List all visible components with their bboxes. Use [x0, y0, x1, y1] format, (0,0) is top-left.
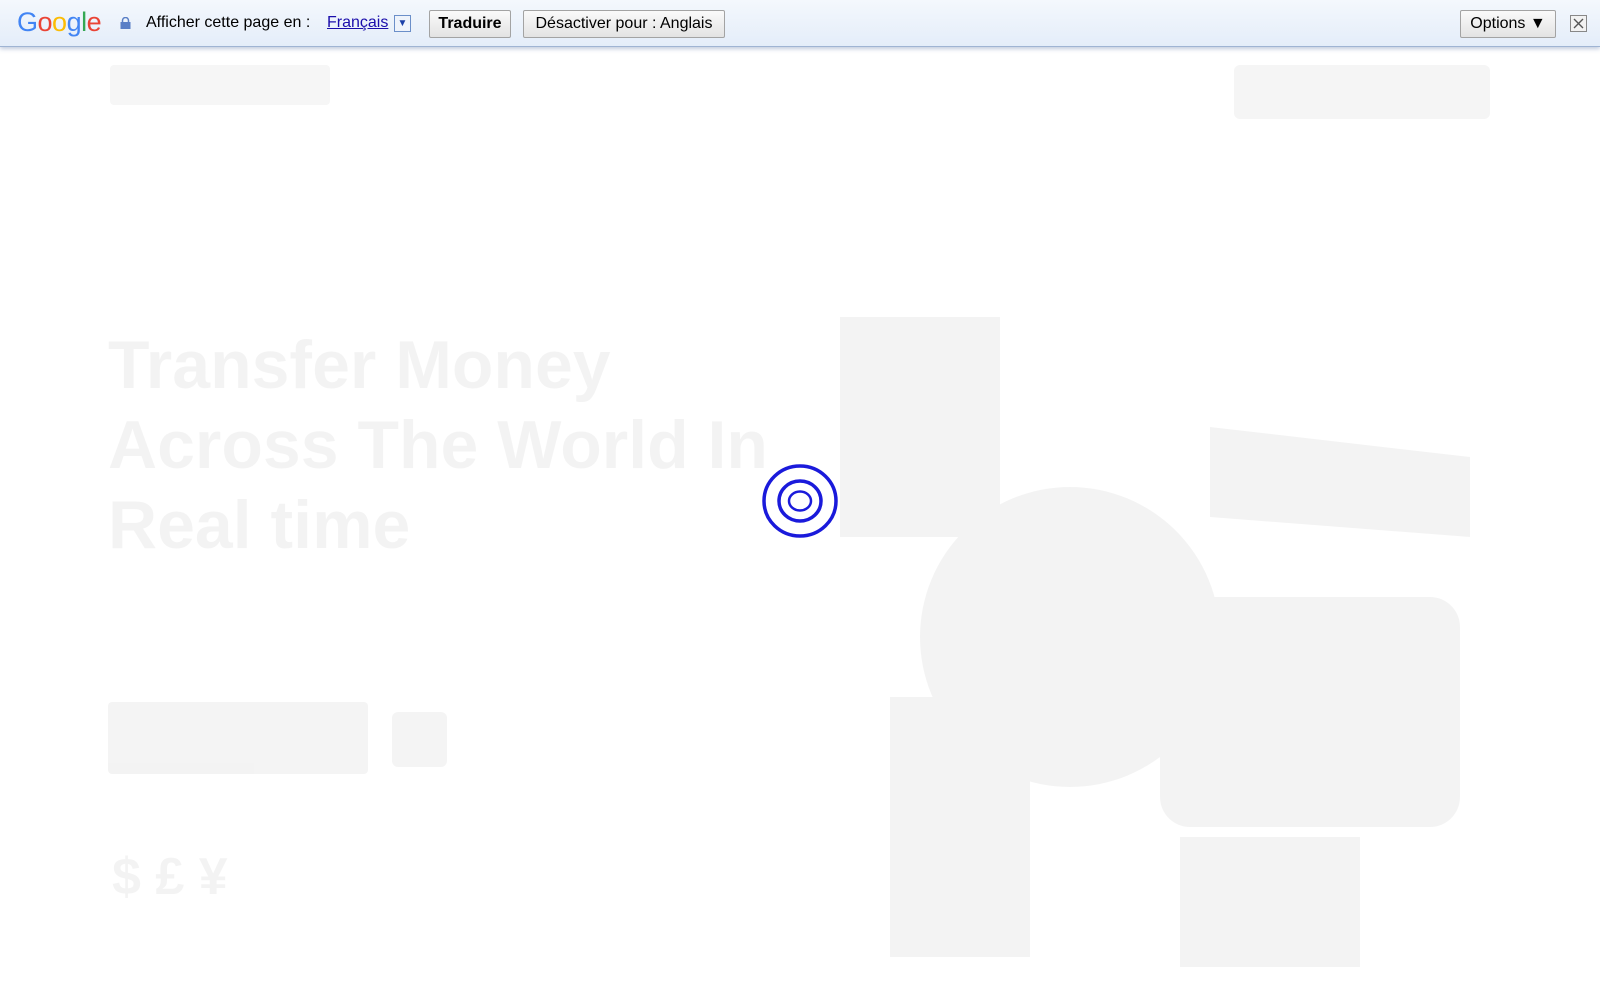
google-logo-letter: g [66, 7, 82, 37]
target-language-link[interactable]: Français [327, 14, 388, 32]
chevron-down-icon: ▼ [397, 18, 408, 29]
google-logo-letter: G [17, 7, 38, 37]
options-button[interactable]: Options ▼ [1460, 10, 1556, 38]
lock-icon [120, 17, 131, 29]
site-logo [110, 65, 330, 105]
close-icon [1573, 18, 1584, 29]
play-button [392, 712, 447, 767]
currency-symbols: $ £ ¥ [112, 847, 228, 907]
nav-button [1234, 65, 1490, 119]
translate-button[interactable]: Traduire [429, 10, 511, 38]
translate-bar: Google Afficher cette page en : Français… [0, 0, 1600, 47]
google-logo: Google [17, 6, 102, 38]
google-logo-letter: e [86, 7, 102, 37]
close-translate-bar-button[interactable] [1570, 15, 1587, 32]
disable-for-english-button[interactable]: Désactiver pour : Anglais [523, 10, 725, 38]
hero-cta-button [108, 702, 368, 774]
google-logo-letter: o [37, 7, 53, 37]
google-logo-letter: o [52, 7, 67, 37]
language-dropdown-button[interactable]: ▼ [394, 15, 411, 32]
loading-spinner-icon [762, 464, 838, 538]
hero-illustration [840, 317, 1470, 967]
translate-prompt: Afficher cette page en : [146, 14, 311, 31]
hero-headline: Transfer Money Across The World In Real … [108, 325, 808, 565]
